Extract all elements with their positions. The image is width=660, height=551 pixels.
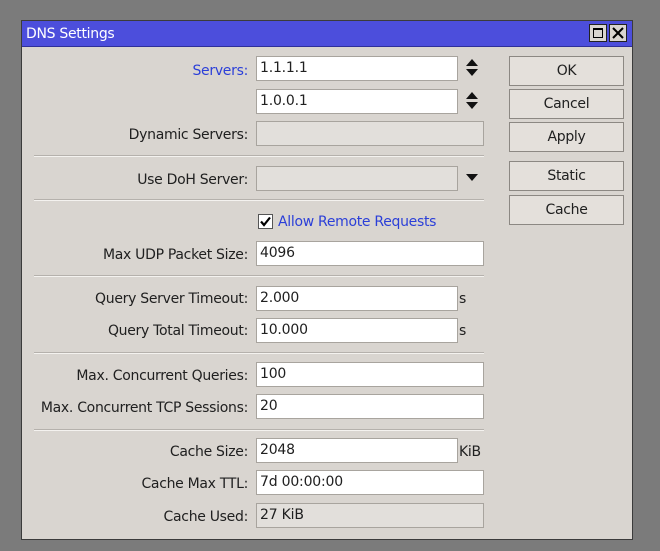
cache-used-field: 27 KiB bbox=[256, 503, 484, 528]
max-concurrent-queries-input[interactable]: 100 bbox=[256, 362, 484, 387]
apply-button[interactable]: Apply bbox=[509, 122, 624, 152]
seconds-unit: s bbox=[459, 323, 466, 339]
title-bar[interactable]: DNS Settings bbox=[22, 21, 632, 47]
separator bbox=[34, 275, 484, 277]
allow-remote-label[interactable]: Allow Remote Requests bbox=[278, 214, 436, 230]
separator bbox=[34, 429, 484, 431]
close-icon[interactable] bbox=[609, 24, 627, 42]
cache-button[interactable]: Cache bbox=[509, 195, 624, 225]
cache-size-input[interactable]: 2048 bbox=[256, 438, 458, 463]
server-input-1[interactable]: 1.1.1.1 bbox=[256, 56, 458, 81]
cache-max-ttl-label: Cache Max TTL: bbox=[141, 476, 248, 492]
updown-arrow-icon[interactable] bbox=[464, 58, 480, 78]
query-total-timeout-label: Query Total Timeout: bbox=[107, 323, 248, 339]
cache-size-label: Cache Size: bbox=[169, 444, 248, 460]
dynamic-servers-label: Dynamic Servers: bbox=[128, 127, 249, 143]
max-concurrent-tcp-input[interactable]: 20 bbox=[256, 394, 484, 419]
separator bbox=[34, 155, 484, 157]
query-server-timeout-input[interactable]: 2.000 bbox=[256, 286, 458, 311]
allow-remote-checkbox[interactable] bbox=[258, 214, 273, 229]
dropdown-arrow-icon[interactable] bbox=[464, 171, 480, 185]
seconds-unit: s bbox=[459, 291, 466, 307]
doh-server-label: Use DoH Server: bbox=[137, 172, 248, 188]
dns-settings-window: DNS Settings Servers: 1.1.1.1 1.0.0.1 Dy… bbox=[21, 20, 633, 540]
updown-arrow-icon[interactable] bbox=[464, 91, 480, 111]
cache-max-ttl-input[interactable]: 7d 00:00:00 bbox=[256, 470, 484, 495]
server-input-2[interactable]: 1.0.0.1 bbox=[256, 89, 458, 114]
static-button[interactable]: Static bbox=[509, 161, 624, 191]
maximize-icon[interactable] bbox=[589, 24, 607, 42]
separator bbox=[34, 199, 484, 201]
max-concurrent-tcp-label: Max. Concurrent TCP Sessions: bbox=[40, 400, 248, 416]
doh-server-field[interactable] bbox=[256, 166, 458, 191]
query-total-timeout-input[interactable]: 10.000 bbox=[256, 318, 458, 343]
cancel-button[interactable]: Cancel bbox=[509, 89, 624, 119]
query-server-timeout-label: Query Server Timeout: bbox=[95, 291, 248, 307]
separator bbox=[34, 352, 484, 354]
max-udp-label: Max UDP Packet Size: bbox=[102, 247, 248, 263]
cache-used-label: Cache Used: bbox=[163, 509, 249, 525]
ok-button[interactable]: OK bbox=[509, 56, 624, 86]
window-title: DNS Settings bbox=[26, 26, 115, 42]
kib-unit: KiB bbox=[459, 444, 481, 460]
max-concurrent-queries-label: Max. Concurrent Queries: bbox=[76, 368, 248, 384]
servers-label: Servers: bbox=[192, 63, 248, 79]
dynamic-servers-field bbox=[256, 121, 484, 146]
max-udp-input[interactable]: 4096 bbox=[256, 241, 484, 266]
